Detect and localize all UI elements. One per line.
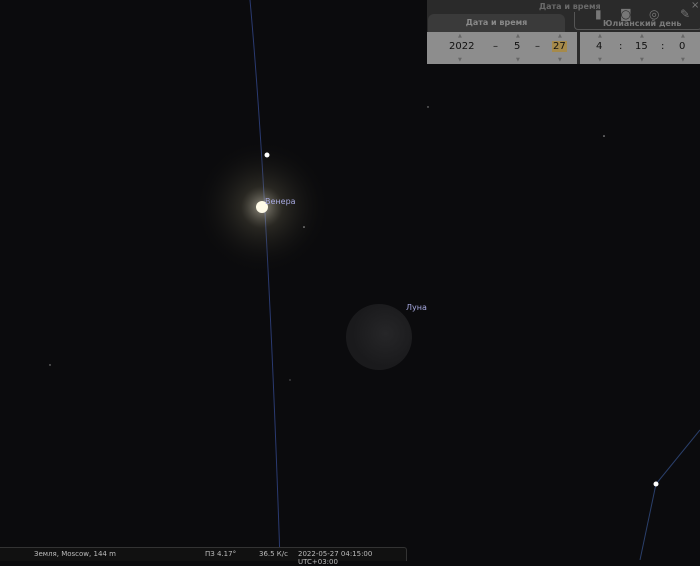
fps-text: 36.5 К/с xyxy=(259,550,288,558)
minute-spinbox[interactable]: 15 xyxy=(635,41,648,52)
second-spinbox[interactable]: 0 xyxy=(679,41,685,52)
tab-julian-day[interactable]: Юлианский день xyxy=(603,19,681,28)
fov-text: ПЗ 4.17° xyxy=(205,550,237,558)
separator: : xyxy=(661,41,665,52)
location-icon[interactable]: ▮ xyxy=(595,7,602,21)
star xyxy=(427,106,429,108)
year-spinbox[interactable]: 2022 xyxy=(449,41,474,52)
separator: – xyxy=(535,41,540,52)
status-bar: Земля, Moscow, 144 m ПЗ 4.17° 36.5 К/с 2… xyxy=(0,547,407,566)
screen-icon[interactable]: ◙ xyxy=(620,7,632,21)
star xyxy=(49,364,51,366)
star xyxy=(289,379,291,381)
separator: : xyxy=(619,41,623,52)
venus-label: Венера xyxy=(265,197,296,206)
constellation-line xyxy=(639,429,700,560)
sky-icon[interactable]: ◎ xyxy=(649,7,659,21)
moon-label: Луна xyxy=(406,303,427,312)
location-text: Земля, Moscow, 144 m xyxy=(34,550,116,558)
time-field: ▲ ▼ 4 : ▲ ▼ 15 : ▲ ▼ 0 xyxy=(580,32,700,64)
separator: – xyxy=(493,41,498,52)
datetime-text: 2022-05-27 04:15:00 UTC+03:00 xyxy=(298,550,373,566)
meridian-line xyxy=(249,0,281,560)
tab-date-time[interactable]: Дата и время xyxy=(428,14,565,32)
window-title: Дата и время xyxy=(539,2,601,11)
star[interactable] xyxy=(264,152,270,158)
wrench-icon[interactable]: ✎ xyxy=(680,7,690,21)
star[interactable] xyxy=(653,481,659,487)
close-icon[interactable]: × xyxy=(691,0,699,11)
date-time-window: Дата и время Дата и время Юлианский день… xyxy=(427,0,700,64)
date-field: ▲ ▼ 2022 – ▲ ▼ 5 – ▲ ▼ 27 xyxy=(427,32,577,64)
star xyxy=(303,226,305,228)
sky-view[interactable] xyxy=(0,0,700,560)
month-spinbox[interactable]: 5 xyxy=(514,41,520,52)
day-spinbox[interactable]: 27 xyxy=(552,41,567,52)
moon[interactable] xyxy=(346,304,412,370)
hour-spinbox[interactable]: 4 xyxy=(596,41,602,52)
star xyxy=(603,135,605,137)
